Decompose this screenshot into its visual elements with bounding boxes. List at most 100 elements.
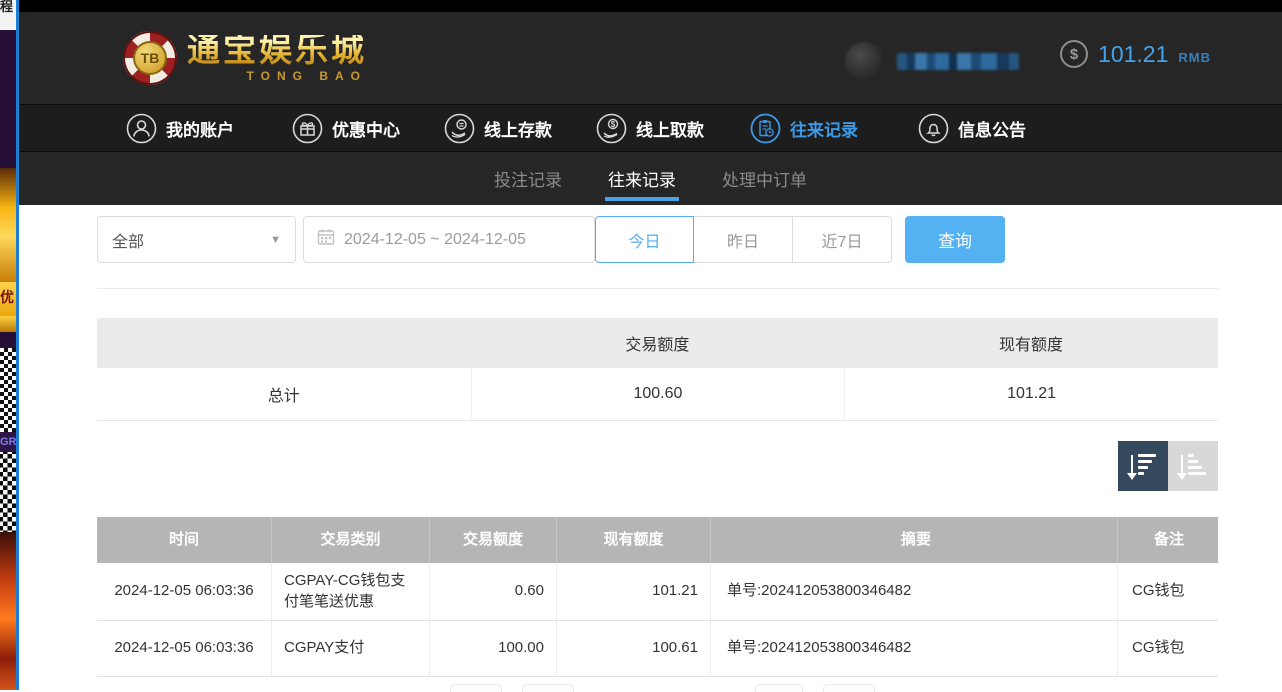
sort-ascending-button[interactable] xyxy=(1168,441,1218,491)
quick-date-button-group: 今日 昨日 近7日 xyxy=(595,216,892,263)
yesterday-button[interactable]: 昨日 xyxy=(694,216,793,263)
nav-label: 我的账户 xyxy=(166,116,234,141)
nav-label: 线上存款 xyxy=(484,116,552,141)
balance-currency: RMB xyxy=(1178,50,1211,65)
bell-icon xyxy=(918,113,949,144)
date-range-input[interactable]: 2024-12-05 ~ 2024-12-05 xyxy=(303,216,595,263)
nav-item-my-account[interactable]: 我的账户 xyxy=(126,105,234,151)
nav-label: 往来记录 xyxy=(790,116,858,141)
col-header-type: 交易类别 xyxy=(272,517,430,563)
cell-summary: 单号:202412053800346482 xyxy=(711,621,1118,676)
type-select-dropdown[interactable]: 全部 ▼ xyxy=(97,216,296,263)
tab-pending-orders[interactable]: 处理中订单 xyxy=(722,152,807,205)
sort-descending-icon xyxy=(1131,454,1156,479)
summary-header-current-balance: 现有额度 xyxy=(844,318,1218,368)
background-window-strip: 程 优 GR xyxy=(0,0,16,690)
svg-text:$: $ xyxy=(611,120,616,129)
search-button[interactable]: 查询 xyxy=(905,216,1005,263)
chip-tb-monogram: TB xyxy=(133,41,167,75)
date-range-value: 2024-12-05 ~ 2024-12-05 xyxy=(344,231,526,249)
pagination-button-stub[interactable] xyxy=(823,684,875,692)
cell-time: 2024-12-05 06:03:36 xyxy=(97,621,272,676)
cell-type: CGPAY-CG钱包支付笔笔送优惠 xyxy=(272,563,430,620)
calendar-icon xyxy=(317,228,335,251)
today-button[interactable]: 今日 xyxy=(595,216,694,263)
record-subtabs: 投注记录 往来记录 处理中订单 xyxy=(19,152,1282,205)
background-promo-char: 优 xyxy=(0,282,16,316)
nav-item-promotions[interactable]: 优惠中心 xyxy=(292,105,400,151)
cell-balance: 100.61 xyxy=(557,621,711,676)
user-icon xyxy=(126,113,157,144)
summary-table-header: 交易额度 现有额度 xyxy=(97,318,1218,368)
summary-table: 交易额度 现有额度 总计 100.60 101.21 xyxy=(97,318,1218,421)
background-qr-caption: GR xyxy=(0,432,16,452)
last7days-button[interactable]: 近7日 xyxy=(793,216,892,263)
col-header-time: 时间 xyxy=(97,517,272,563)
background-qr-code-2 xyxy=(0,452,16,532)
tab-transaction-records[interactable]: 往来记录 xyxy=(608,152,676,205)
top-black-bar xyxy=(19,0,1282,12)
summary-total-current-balance: 101.21 xyxy=(844,368,1218,420)
summary-header-trade-amount: 交易额度 xyxy=(471,318,845,368)
sort-button-group xyxy=(1118,441,1218,491)
poker-chip-icon: TB xyxy=(123,31,177,85)
main-page: TB 通宝娱乐城 TONG BAO $ 101.21 RMB 我的账户 xyxy=(19,0,1282,690)
cell-summary: 单号:202412053800346482 xyxy=(711,563,1118,620)
main-navbar: 我的账户 优惠中心 线上存款 $ 线上取款 往来记录 xyxy=(19,104,1282,152)
records-table: 时间 交易类别 交易额度 现有额度 摘要 备注 2024-12-05 06:03… xyxy=(97,517,1218,677)
col-header-balance: 现有额度 xyxy=(557,517,711,563)
sort-descending-button[interactable] xyxy=(1118,441,1168,491)
pagination-button-stub[interactable] xyxy=(755,684,803,692)
records-clipboard-icon xyxy=(750,113,781,144)
nav-item-announcements[interactable]: 信息公告 xyxy=(918,105,1026,151)
cell-time: 2024-12-05 06:03:36 xyxy=(97,563,272,620)
section-divider xyxy=(97,288,1218,289)
avatar xyxy=(845,42,883,80)
summary-total-label: 总计 xyxy=(97,368,471,420)
logo-text: 通宝娱乐城 TONG BAO xyxy=(187,35,367,82)
table-row: 2024-12-05 06:03:36 CGPAY支付 100.00 100.6… xyxy=(97,621,1218,677)
background-text-fragment: 程 xyxy=(0,0,16,30)
site-logo[interactable]: TB 通宝娱乐城 TONG BAO xyxy=(123,26,367,90)
nav-item-deposit[interactable]: 线上存款 xyxy=(444,105,552,151)
nav-item-transaction-records[interactable]: 往来记录 xyxy=(750,105,858,151)
cell-note: CG钱包 xyxy=(1118,563,1218,620)
background-game-art xyxy=(0,532,16,690)
tab-betting-records[interactable]: 投注记录 xyxy=(494,152,562,205)
pagination-button-stub[interactable] xyxy=(450,684,502,692)
table-row: 2024-12-05 06:03:36 CGPAY-CG钱包支付笔笔送优惠 0.… xyxy=(97,563,1218,621)
nav-label: 优惠中心 xyxy=(332,116,400,141)
pagination-button-stub[interactable] xyxy=(522,684,574,692)
background-banner-edge xyxy=(0,316,16,332)
background-qr-code xyxy=(0,348,16,432)
username-redacted xyxy=(897,53,1019,70)
chevron-down-icon: ▼ xyxy=(270,234,281,246)
coin-dollar-icon: $ xyxy=(1060,40,1088,68)
site-header: TB 通宝娱乐城 TONG BAO $ 101.21 RMB xyxy=(19,12,1282,104)
background-game-banner xyxy=(0,168,16,282)
logo-name-cn: 通宝娱乐城 xyxy=(187,35,367,68)
type-select-value: 全部 xyxy=(112,228,144,252)
balance-display[interactable]: $ 101.21 RMB xyxy=(1060,40,1211,68)
col-header-amount: 交易额度 xyxy=(430,517,557,563)
nav-label: 线上取款 xyxy=(636,116,704,141)
logo-name-en: TONG BAO xyxy=(247,70,367,82)
col-header-summary: 摘要 xyxy=(711,517,1118,563)
summary-total-row: 总计 100.60 101.21 xyxy=(97,368,1218,421)
records-table-header: 时间 交易类别 交易额度 现有额度 摘要 备注 xyxy=(97,517,1218,563)
gift-icon xyxy=(292,113,323,144)
deposit-coin-hand-icon xyxy=(444,113,475,144)
content-area: 全部 ▼ 2024-12-05 ~ 2024-12-05 今日 昨日 近7日 查… xyxy=(19,205,1282,690)
withdraw-coin-hand-icon: $ xyxy=(596,113,627,144)
cell-note: CG钱包 xyxy=(1118,621,1218,676)
col-header-note: 备注 xyxy=(1118,517,1218,563)
cell-amount: 100.00 xyxy=(430,621,557,676)
cell-balance: 101.21 xyxy=(557,563,711,620)
nav-label: 信息公告 xyxy=(958,116,1026,141)
balance-amount: 101.21 xyxy=(1098,41,1168,68)
cell-amount: 0.60 xyxy=(430,563,557,620)
nav-item-withdraw[interactable]: $ 线上取款 xyxy=(596,105,704,151)
cell-type: CGPAY支付 xyxy=(272,621,430,676)
sort-ascending-icon xyxy=(1181,454,1206,479)
user-account-area[interactable] xyxy=(845,42,1019,80)
